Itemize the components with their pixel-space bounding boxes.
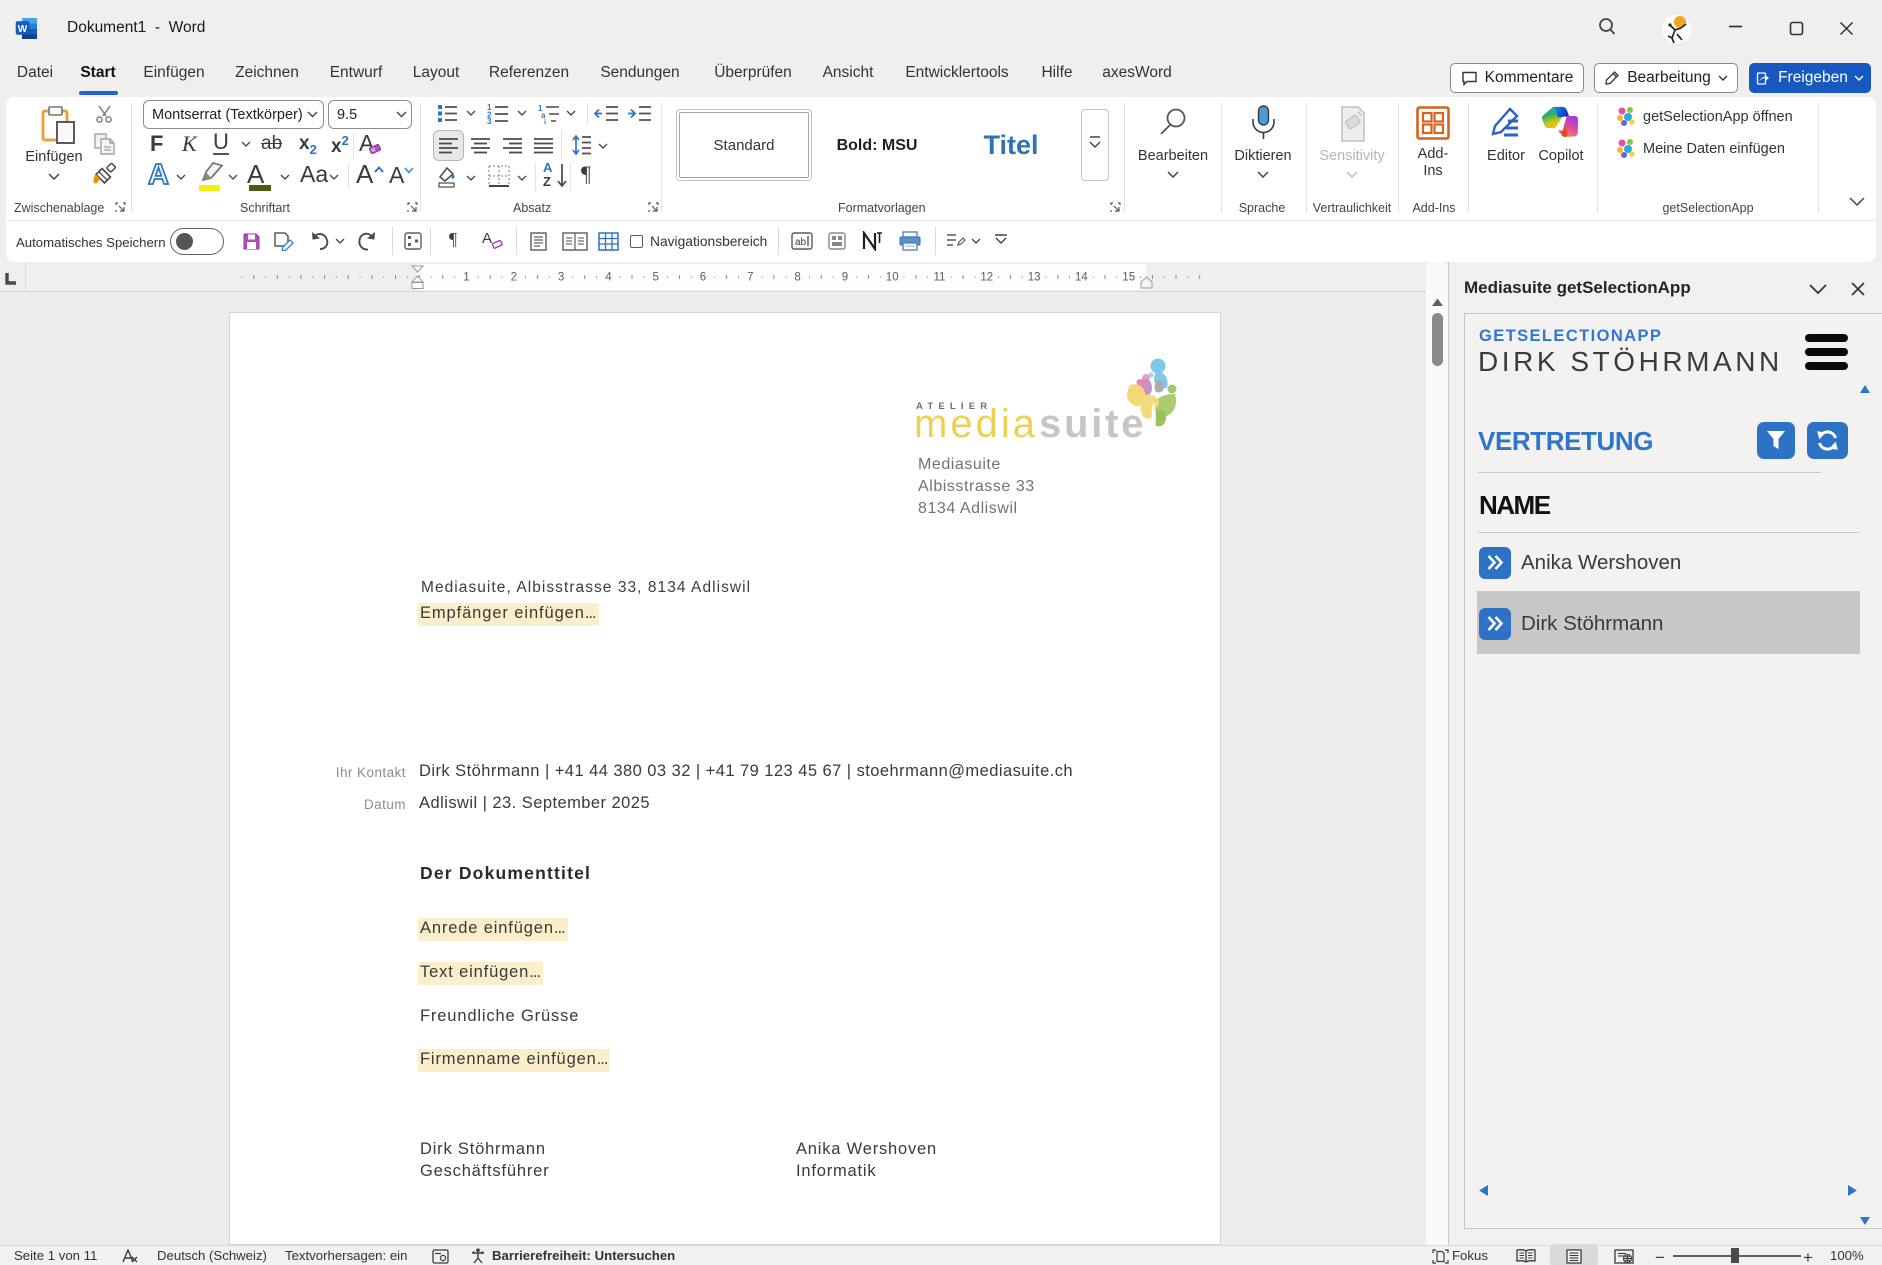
svg-text:5: 5 [652, 272, 658, 284]
svg-text:7: 7 [747, 272, 753, 284]
svg-text:10: 10 [886, 272, 899, 284]
svg-text:2: 2 [511, 272, 517, 284]
svg-text:15: 15 [1122, 272, 1135, 284]
svg-text:8: 8 [794, 272, 800, 284]
svg-text:4: 4 [605, 272, 612, 284]
svg-text:6: 6 [700, 272, 706, 284]
svg-text:11: 11 [934, 272, 946, 284]
svg-text:9: 9 [842, 272, 848, 284]
svg-text:14: 14 [1075, 272, 1088, 284]
svg-text:13: 13 [1028, 272, 1041, 284]
svg-text:ab: ab [795, 237, 807, 248]
svg-text:i: i [544, 118, 546, 124]
svg-text:3: 3 [487, 117, 492, 124]
svg-text:12: 12 [980, 272, 993, 284]
svg-text:1: 1 [463, 272, 469, 284]
svg-text:W: W [18, 24, 28, 35]
svg-text:3: 3 [558, 272, 564, 284]
